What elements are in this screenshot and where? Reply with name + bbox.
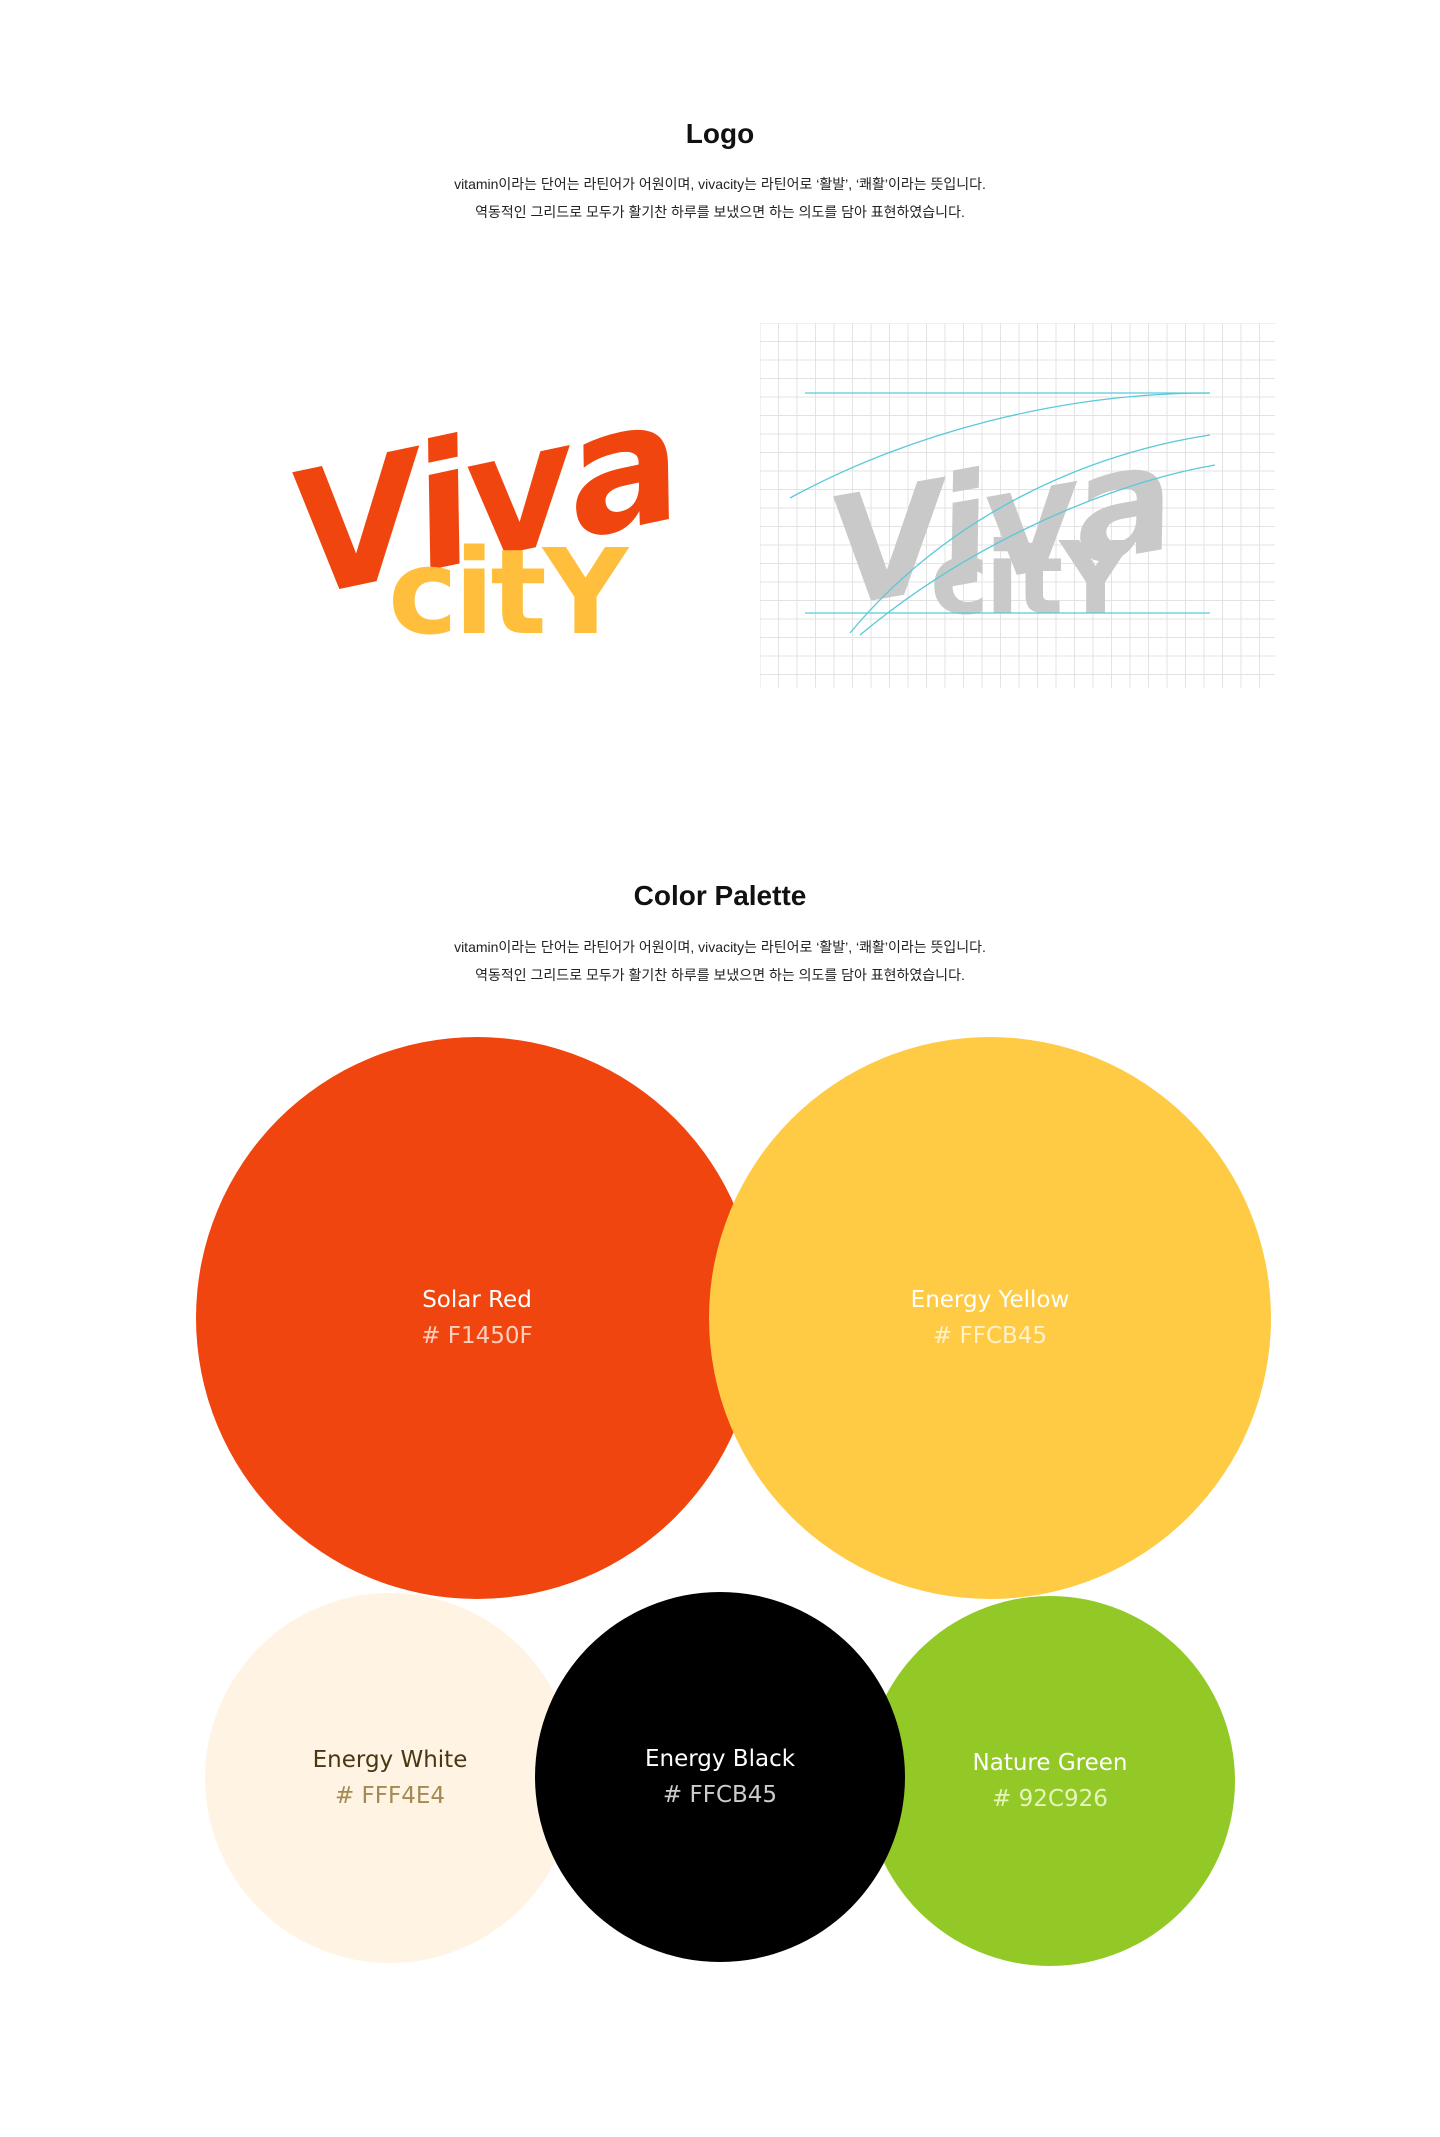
color-hex: # F1450F — [421, 1323, 533, 1349]
logo-grid-construction: Viva citY — [760, 323, 1275, 688]
color-swatch-nature-green: Nature Green # 92C926 — [865, 1596, 1235, 1966]
color-hex: # FFF4E4 — [334, 1783, 446, 1809]
logo-section-title: Logo — [685, 118, 755, 149]
color-hex: # FFCB45 — [932, 1323, 1048, 1349]
color-name: Nature Green — [972, 1750, 1128, 1776]
logo-desc-line-1: vitamin이라는 단어는 라틴어가 어원이며, vivacity는 라틴어로… — [454, 176, 986, 192]
palette-desc-line-1: vitamin이라는 단어는 라틴어가 어원이며, vivacity는 라틴어로… — [454, 939, 986, 955]
color-name: Energy Black — [644, 1746, 796, 1772]
color-swatch-energy-white: Energy White # FFF4E4 — [205, 1593, 575, 1963]
color-swatch-energy-black: Energy Black # FFCB45 — [535, 1592, 905, 1962]
palette-section-title: Color Palette — [633, 880, 807, 911]
color-hex: # FFCB45 — [662, 1782, 778, 1808]
palette-section-description: vitamin이라는 단어는 라틴어가 어원이며, vivacity는 라틴어로… — [0, 933, 1440, 989]
logo-section-description: vitamin이라는 단어는 라틴어가 어원이며, vivacity는 라틴어로… — [0, 170, 1440, 226]
logo-desc-line-2: 역동적인 그리드로 모두가 활기찬 하루를 보냈으면 하는 의도를 담아 표현하… — [475, 204, 965, 220]
color-name: Energy White — [312, 1747, 468, 1773]
logo-word-city: citY — [388, 523, 630, 645]
color-swatch-solar-red: Solar Red # F1450F — [196, 1037, 758, 1599]
palette-desc-line-2: 역동적인 그리드로 모두가 활기찬 하루를 보냈으면 하는 의도를 담아 표현하… — [475, 967, 965, 983]
color-name: Solar Red — [422, 1287, 532, 1313]
vivacity-logo: Viva citY — [273, 385, 690, 645]
color-name: Energy Yellow — [910, 1287, 1070, 1313]
color-hex: # 92C926 — [992, 1786, 1108, 1812]
color-swatch-energy-yellow: Energy Yellow # FFCB45 — [709, 1037, 1271, 1599]
grid-logo-word-city: citY — [930, 520, 1133, 637]
